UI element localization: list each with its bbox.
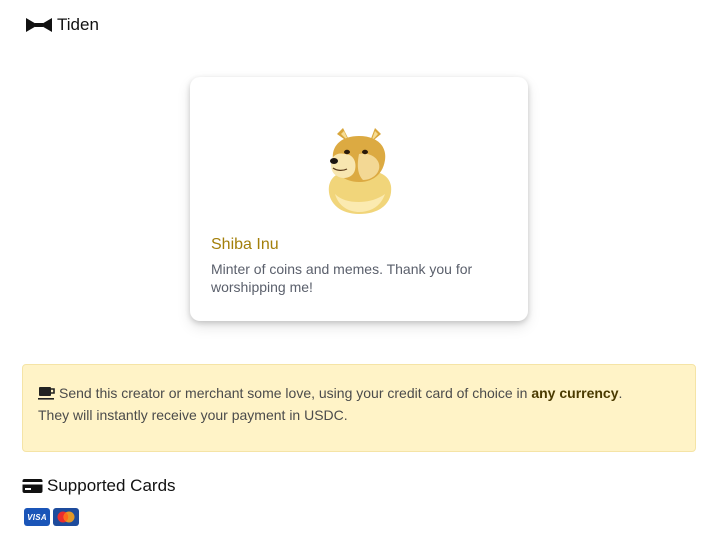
card-logo-list: VISA (24, 508, 79, 526)
brand-name[interactable]: Tiden (57, 15, 99, 35)
creator-profile-card: Shiba Inu Minter of coins and memes. Tha… (190, 77, 528, 321)
bowtie-logo-icon (25, 17, 53, 33)
app-header: Tiden (25, 13, 99, 37)
visa-label: VISA (27, 512, 47, 522)
info-line-2: They will instantly receive your payment… (38, 407, 348, 423)
coffee-icon (38, 384, 56, 400)
supported-cards-title: Supported Cards (47, 476, 176, 495)
credit-card-icon (22, 478, 43, 494)
payment-info-banner: Send this creator or merchant some love,… (22, 364, 696, 452)
supported-cards-heading: Supported Cards (22, 475, 176, 497)
creator-name: Shiba Inu (211, 236, 279, 253)
info-text: Send this creator or merchant some love,… (59, 385, 532, 401)
creator-bio: Minter of coins and memes. Thank you for… (211, 261, 473, 295)
info-highlight: any currency (531, 385, 619, 401)
visa-icon: VISA (24, 508, 50, 526)
info-text-end: . (618, 385, 623, 401)
mastercard-icon (53, 508, 79, 526)
shiba-inu-avatar (323, 124, 397, 216)
info-line-1: Send this creator or merchant some love,… (38, 382, 680, 404)
